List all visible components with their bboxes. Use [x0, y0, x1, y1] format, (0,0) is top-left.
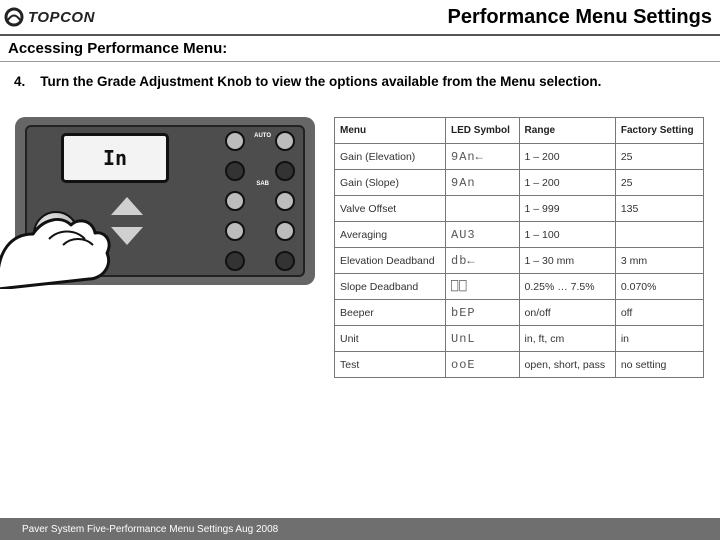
brand-logo: TOPCON [4, 7, 95, 27]
cell-factory: 25 [615, 144, 703, 170]
cell-menu: Gain (Elevation) [335, 144, 446, 170]
cell-factory [615, 222, 703, 248]
round-button [275, 131, 295, 151]
round-button [225, 251, 245, 271]
cell-range: 1 – 30 mm [519, 248, 615, 274]
subhead-bar: Accessing Performance Menu: [0, 36, 720, 62]
cell-range: 1 – 200 [519, 144, 615, 170]
slide-footer: Paver System Five-Performance Menu Setti… [0, 518, 720, 540]
cell-menu: Slope Deadband [335, 274, 446, 300]
cell-menu: Test [335, 352, 446, 378]
section-subhead: Accessing Performance Menu: [8, 40, 227, 57]
cell-symbol [446, 196, 520, 222]
footer-text: Paver System Five-Performance Menu Setti… [22, 524, 278, 535]
cell-menu: Elevation Deadband [335, 248, 446, 274]
table-row: Slope Deadband⎕⎕0.25% … 7.5%0.070% [335, 274, 704, 300]
button-column-right [275, 131, 295, 271]
device-illustration: In AUTO SAB [10, 117, 320, 285]
cell-factory: off [615, 300, 703, 326]
round-button [225, 221, 245, 241]
round-button [275, 251, 295, 271]
table-row: Gain (Elevation)9An←1 – 20025 [335, 144, 704, 170]
label-auto: AUTO [254, 133, 271, 139]
col-symbol: LED Symbol [446, 118, 520, 144]
table-row: Valve Offset 1 – 999135 [335, 196, 704, 222]
round-button [225, 131, 245, 151]
device-lcd: In [61, 133, 169, 183]
table-row: Gain (Slope)9An1 – 20025 [335, 170, 704, 196]
col-menu: Menu [335, 118, 446, 144]
logo-icon [4, 7, 24, 27]
header-bar: TOPCON Performance Menu Settings [0, 0, 720, 36]
cell-range: 1 – 999 [519, 196, 615, 222]
cell-menu: Valve Offset [335, 196, 446, 222]
cell-menu: Averaging [335, 222, 446, 248]
col-range: Range [519, 118, 615, 144]
table-header-row: Menu LED Symbol Range Factory Setting [335, 118, 704, 144]
settings-table: Menu LED Symbol Range Factory Setting Ga… [334, 117, 704, 378]
cell-symbol: 9An← [446, 144, 520, 170]
table-row: UnitUnLin, ft, cmin [335, 326, 704, 352]
cell-symbol: AU3 [446, 222, 520, 248]
cell-range: open, short, pass [519, 352, 615, 378]
cell-factory: 25 [615, 170, 703, 196]
cell-symbol: bEP [446, 300, 520, 326]
cell-range: on/off [519, 300, 615, 326]
cell-symbol: ⎕⎕ [446, 274, 520, 300]
cell-symbol: UnL [446, 326, 520, 352]
round-button [275, 161, 295, 181]
table-row: BeeperbEPon/offoff [335, 300, 704, 326]
cell-symbol: ooE [446, 352, 520, 378]
cell-range: 0.25% … 7.5% [519, 274, 615, 300]
cell-factory: 0.070% [615, 274, 703, 300]
button-column-left [225, 131, 245, 271]
round-button [225, 161, 245, 181]
cell-range: 1 – 200 [519, 170, 615, 196]
cell-factory: 3 mm [615, 248, 703, 274]
page-title: Performance Menu Settings [447, 6, 712, 29]
content-row: In AUTO SAB [10, 117, 710, 378]
body: 4. Turn the Grade Adjustment Knob to vie… [0, 62, 720, 378]
table-row: Elevation Deadbanddb←1 – 30 mm3 mm [335, 248, 704, 274]
cell-factory: in [615, 326, 703, 352]
brand-text: TOPCON [28, 9, 95, 26]
step-text: Turn the Grade Adjustment Knob to view t… [40, 74, 601, 89]
round-button [225, 191, 245, 211]
cell-factory: 135 [615, 196, 703, 222]
label-sab: SAB [256, 181, 269, 187]
table-row: TestooEopen, short, passno setting [335, 352, 704, 378]
step-number: 4. [14, 74, 25, 89]
table-row: AveragingAU31 – 100 [335, 222, 704, 248]
cell-range: 1 – 100 [519, 222, 615, 248]
cell-range: in, ft, cm [519, 326, 615, 352]
round-button [275, 191, 295, 211]
cell-factory: no setting [615, 352, 703, 378]
cell-symbol: db← [446, 248, 520, 274]
col-factory: Factory Setting [615, 118, 703, 144]
cell-menu: Gain (Slope) [335, 170, 446, 196]
cell-menu: Beeper [335, 300, 446, 326]
round-button [275, 221, 295, 241]
instruction-step: 4. Turn the Grade Adjustment Knob to vie… [10, 74, 710, 89]
cell-menu: Unit [335, 326, 446, 352]
hand-icon [0, 179, 133, 289]
cell-symbol: 9An [446, 170, 520, 196]
